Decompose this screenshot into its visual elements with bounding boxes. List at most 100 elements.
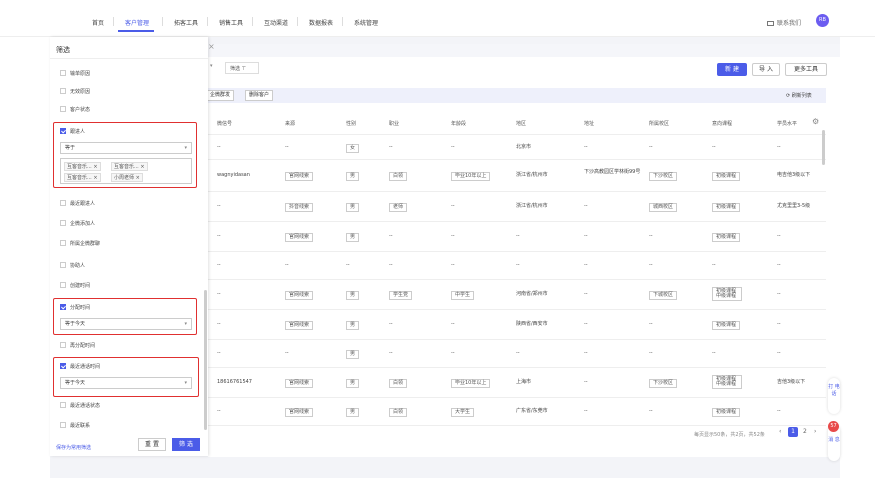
view-select-caret[interactable]: ▾ [210,63,213,69]
table-cell-wechat: -- [217,144,221,150]
avatar[interactable]: RB [816,14,829,27]
filter-option-last-call-status[interactable]: 最近通话状态 [60,402,100,409]
table-cell-source: -- [285,350,289,356]
page-2-button[interactable]: 2 [803,428,807,435]
filter-panel-scrollbar[interactable] [204,290,207,430]
follower-operator-select[interactable]: 等于 ▾ [60,142,192,154]
wecom-mass-send-button[interactable]: 企微群发 [206,90,235,101]
table-cell-campus: 下沙校区 [649,379,678,388]
table-cell-level: -- [777,408,781,414]
follower-chip[interactable]: 互客音乐... × [111,162,148,171]
nav-reports[interactable]: 数据报表 [309,18,333,27]
table-cell-wechat: wagnyidasan [217,172,250,178]
checkbox[interactable] [60,402,66,408]
follower-tags-input[interactable]: 互客音乐... × 互客音乐... × 互客音乐... × 小周老师 × [60,158,192,184]
apply-filter-button[interactable]: 筛 选 [172,438,200,451]
nav-home[interactable]: 首页 [92,18,104,27]
nav-channels[interactable]: 互动渠道 [264,18,288,27]
table-cell-age: 中学生 [451,291,475,300]
table-cell-address: -- [584,408,588,414]
refresh-list-button[interactable]: ⟳ 刷新列表 [786,92,812,99]
filter-option-customer-status[interactable]: 客户状态 [60,106,90,113]
filter-option-wecom-group[interactable]: 所属企微群聊 [60,240,100,247]
reset-button[interactable]: 重 置 [138,438,166,451]
nav-sales-tools[interactable]: 销售工具 [219,18,243,27]
checkbox[interactable] [60,88,66,94]
gear-icon[interactable]: ⚙ [812,117,819,126]
filter-option-reassign-time[interactable]: 再分配时间 [60,342,95,349]
checkbox[interactable] [60,70,66,76]
nav-separator [342,17,343,26]
table-cell-source: -- [285,144,289,150]
checkbox[interactable] [60,282,66,288]
checkbox[interactable] [60,422,66,428]
new-button[interactable]: 新 建 [717,63,747,76]
call-widget[interactable]: 打 电 话 [828,378,840,414]
table-cell-wechat: -- [217,291,221,297]
nav-separator [207,17,208,26]
table-cell-campus: -- [649,408,653,414]
filter-option-label: 无效原因 [70,89,91,95]
table-cell-campus: -- [649,350,653,356]
table-cell-job: -- [389,350,393,356]
checkbox[interactable] [60,342,66,348]
checkbox[interactable] [60,200,66,206]
table-cell-region: -- [516,350,520,356]
filter-option-follower[interactable]: 跟进人 [60,128,85,135]
checkbox-checked[interactable] [60,363,66,369]
table-cell-region: -- [516,262,520,268]
table-cell-level: -- [777,144,781,150]
filter-toggle-button[interactable]: 筛选 ⊤ [225,62,259,74]
table-cell-source: 官网线索 [285,291,314,300]
last-call-time-select[interactable]: 等于今天 ▾ [60,377,192,389]
more-tools-button[interactable]: 更多工具 [785,63,827,76]
nav-separator [162,17,163,26]
prev-page-button[interactable]: ‹ [779,428,781,435]
table-cell-job: 学生党 [389,291,413,300]
follower-chip[interactable]: 互客音乐... × [64,162,101,171]
table-cell-age: -- [451,233,455,239]
filter-option-lost-reason[interactable]: 输单原因 [60,70,90,77]
filter-option-created-time[interactable]: 创建时间 [60,282,90,289]
filter-option-last-call-time[interactable]: 最近通话时间 [60,363,100,370]
table-cell-source: -- [285,262,289,268]
close-icon[interactable]: × [208,42,215,51]
assign-time-select[interactable]: 等于今天 ▾ [60,318,192,330]
contact-us-link[interactable]: 联系我们 [767,18,801,27]
table-cell-age: -- [451,144,455,150]
table-cell-job: -- [389,321,393,327]
column-header-occupation: 职业 [389,121,400,127]
table-cell-campus: 下城校区 [649,291,678,300]
table-scrollbar[interactable] [822,130,825,165]
table-cell-source: 抖音线索 [285,203,314,212]
filter-option-last-contact[interactable]: 最近联系 [60,422,90,429]
table-cell-gender: 男 [346,291,360,300]
checkbox[interactable] [60,106,66,112]
checkbox[interactable] [60,262,66,268]
checkbox-checked[interactable] [60,128,66,134]
chevron-down-icon: ▾ [184,145,187,151]
import-button[interactable]: 导 入 [752,63,780,76]
table-cell-course: 初级课程 中级课程 [712,375,742,389]
follower-chip[interactable]: 小周老师 × [111,173,143,182]
table-cell-age: -- [451,350,455,356]
nav-customer-management[interactable]: 客户管理 [125,18,149,27]
nav-system[interactable]: 系统管理 [354,18,378,27]
checkbox[interactable] [60,220,66,226]
save-common-filter-link[interactable]: 保存为常用筛选 [56,444,91,451]
filter-option-assistant[interactable]: 协助人 [60,262,85,269]
checkbox-checked[interactable] [60,304,66,310]
next-page-button[interactable]: › [814,428,816,435]
nav-separator [252,17,253,26]
follower-chip[interactable]: 互客音乐... × [64,173,101,182]
page-1-button[interactable]: 1 [788,427,798,437]
filter-option-wecom-adder[interactable]: 企微添加人 [60,220,95,227]
filter-option-last-follower[interactable]: 最近跟进人 [60,200,95,207]
filter-option-invalid-reason[interactable]: 无效原因 [60,88,90,95]
filter-option-assign-time[interactable]: 分配时间 [60,304,90,311]
top-navigation: 首页 客户管理 拓客工具 销售工具 互动渠道 数据报表 系统管理 联系我们 RB [0,0,875,37]
filter-option-label: 最近通话时间 [70,364,101,370]
checkbox[interactable] [60,240,66,246]
delete-customer-button[interactable]: 删除客户 [245,90,274,101]
nav-prospect-tools[interactable]: 拓客工具 [174,18,198,27]
